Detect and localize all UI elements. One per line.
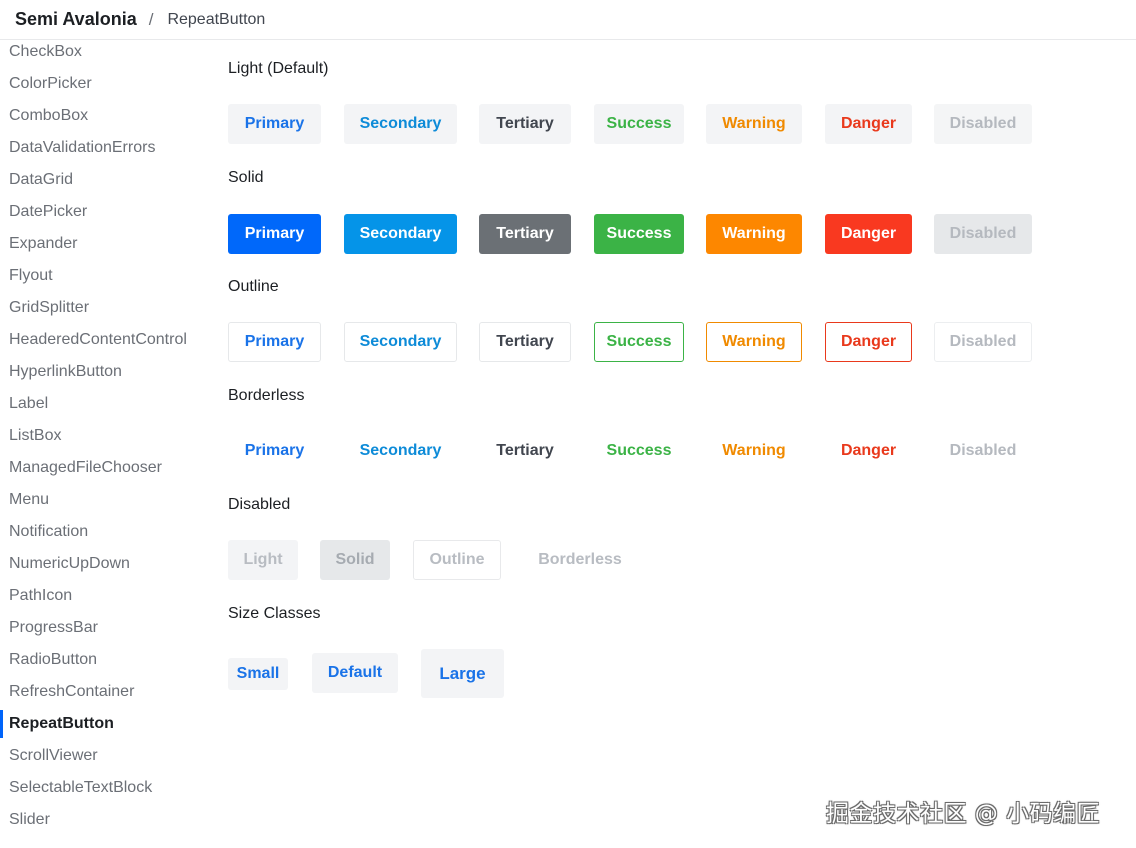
sidebar-item-notification[interactable]: Notification	[0, 516, 210, 548]
borderless-warning-button[interactable]: Warning	[706, 431, 802, 471]
sidebar-item-scrollviewer[interactable]: ScrollViewer	[0, 740, 210, 772]
disabled-solid-button: Solid	[320, 540, 390, 580]
sidebar-item-repeatbutton[interactable]: RepeatButton	[0, 708, 210, 740]
sidebar-item-pathicon[interactable]: PathIcon	[0, 580, 210, 612]
solid-tertiary-button[interactable]: Tertiary	[479, 214, 571, 254]
sidebar-item-combobox[interactable]: ComboBox	[0, 100, 210, 132]
borderless-danger-button[interactable]: Danger	[825, 431, 912, 471]
sidebar-item-selectabletextblock[interactable]: SelectableTextBlock	[0, 772, 210, 804]
watermark-text: 掘金技术社区 @ 小码编匠	[826, 801, 1101, 827]
top-header: Semi Avalonia / RepeatButton	[0, 0, 1136, 40]
borderless-disabled-button: Disabled	[949, 442, 1017, 459]
sidebar-item-progressbar[interactable]: ProgressBar	[0, 612, 210, 644]
outline-danger-button[interactable]: Danger	[825, 322, 912, 362]
light-warning-button[interactable]: Warning	[706, 104, 802, 144]
sidebar-item-expander[interactable]: Expander	[0, 228, 210, 260]
large-size-button[interactable]: Large	[421, 649, 504, 698]
sidebar-item-managedfilechooser[interactable]: ManagedFileChooser	[0, 452, 210, 484]
borderless-secondary-button[interactable]: Secondary	[344, 431, 457, 471]
sidebar-item-checkbox[interactable]: CheckBox	[0, 41, 210, 68]
solid-primary-button[interactable]: Primary	[228, 214, 321, 254]
light-disabled-button: Disabled	[934, 104, 1032, 144]
sidebar-item-datavalidationerrors[interactable]: DataValidationErrors	[0, 132, 210, 164]
outline-disabled-button: Disabled	[934, 322, 1032, 362]
section-title-disabled: Disabled	[228, 496, 291, 513]
sidebar-item-hyperlinkbutton[interactable]: HyperlinkButton	[0, 356, 210, 388]
sidebar-nav: CheckBox ColorPicker ComboBox DataValidatio…	[0, 41, 210, 848]
light-success-button[interactable]: Success	[594, 104, 684, 144]
light-secondary-button[interactable]: Secondary	[344, 104, 457, 144]
outline-success-button[interactable]: Success	[594, 322, 684, 362]
outline-secondary-button[interactable]: Secondary	[344, 322, 457, 362]
outline-tertiary-button[interactable]: Tertiary	[479, 322, 571, 362]
sidebar-item-numericupdown[interactable]: NumericUpDown	[0, 548, 210, 580]
sidebar-item-radiobutton[interactable]: RadioButton	[0, 644, 210, 676]
solid-warning-button[interactable]: Warning	[706, 214, 802, 254]
sidebar-item-label[interactable]: Label	[0, 388, 210, 420]
section-title-borderless: Borderless	[228, 387, 305, 404]
solid-disabled-button: Disabled	[934, 214, 1032, 254]
sidebar-item-slider[interactable]: Slider	[0, 804, 210, 836]
light-danger-button[interactable]: Danger	[825, 104, 912, 144]
sidebar-item-headeredcontentcontrol[interactable]: HeaderedContentControl	[0, 324, 210, 356]
solid-success-button[interactable]: Success	[594, 214, 684, 254]
borderless-tertiary-button[interactable]: Tertiary	[479, 431, 571, 471]
sidebar-item-flyout[interactable]: Flyout	[0, 260, 210, 292]
sidebar-item-colorpicker[interactable]: ColorPicker	[0, 68, 210, 100]
solid-secondary-button[interactable]: Secondary	[344, 214, 457, 254]
sidebar-item-refreshcontainer[interactable]: RefreshContainer	[0, 676, 210, 708]
section-title-size-classes: Size Classes	[228, 605, 321, 622]
light-primary-button[interactable]: Primary	[228, 104, 321, 144]
default-size-button[interactable]: Default	[312, 653, 398, 693]
disabled-light-button: Light	[228, 540, 298, 580]
sidebar-item-list: CheckBox ColorPicker ComboBox DataValidatio…	[0, 41, 210, 836]
disabled-borderless-button: Borderless	[538, 551, 622, 568]
sidebar-item-datagrid[interactable]: DataGrid	[0, 164, 210, 196]
solid-danger-button[interactable]: Danger	[825, 214, 912, 254]
section-title-light: Light (Default)	[228, 60, 329, 77]
outline-warning-button[interactable]: Warning	[706, 322, 802, 362]
section-title-outline: Outline	[228, 278, 279, 295]
sidebar-item-listbox[interactable]: ListBox	[0, 420, 210, 452]
sidebar-item-datepicker[interactable]: DatePicker	[0, 196, 210, 228]
breadcrumb-separator: /	[148, 9, 154, 29]
sidebar-item-menu[interactable]: Menu	[0, 484, 210, 516]
small-size-button[interactable]: Small	[228, 658, 288, 690]
disabled-outline-button: Outline	[413, 540, 501, 580]
light-tertiary-button[interactable]: Tertiary	[479, 104, 571, 144]
app-title: Semi Avalonia	[15, 9, 137, 29]
breadcrumb-current: RepeatButton	[167, 10, 266, 28]
section-title-solid: Solid	[228, 169, 264, 186]
outline-primary-button[interactable]: Primary	[228, 322, 321, 362]
borderless-success-button[interactable]: Success	[594, 431, 684, 471]
sidebar-item-gridsplitter[interactable]: GridSplitter	[0, 292, 210, 324]
borderless-primary-button[interactable]: Primary	[228, 431, 321, 471]
